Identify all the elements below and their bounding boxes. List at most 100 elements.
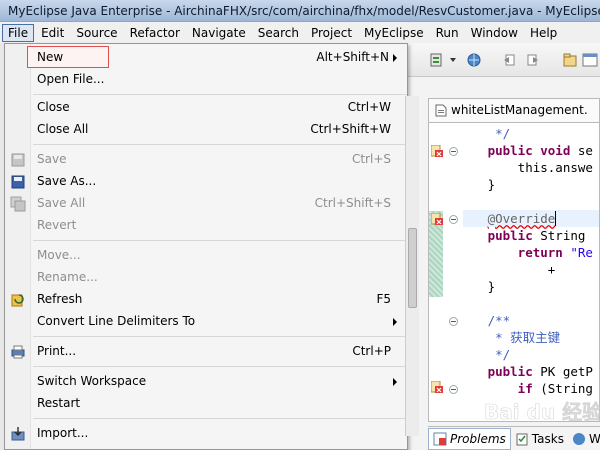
submenu-arrow-icon <box>393 318 397 326</box>
code-line: public void se <box>465 143 593 158</box>
menu-item-label: Save All <box>37 196 86 210</box>
menu-item-label: Print... <box>37 344 77 358</box>
menu-item-accelerator: Ctrl+Shift+W <box>310 122 391 136</box>
menu-item-open-file[interactable]: Open File... <box>5 69 407 91</box>
menu-separator <box>33 336 407 337</box>
menu-item-accelerator: Ctrl+W <box>347 100 391 114</box>
menu-item-close[interactable]: Close Ctrl+W <box>5 97 407 119</box>
menu-separator <box>33 94 407 95</box>
menu-item-label: Refresh <box>37 292 83 306</box>
submenu-arrow-icon <box>393 378 397 386</box>
code-line: return "Re <box>465 245 593 260</box>
fold-collapse-icon[interactable] <box>449 215 458 224</box>
web-icon <box>572 432 585 445</box>
menu-item-new[interactable]: New Alt+Shift+N <box>5 47 407 69</box>
menu-item-import[interactable]: Import... <box>5 423 407 445</box>
code-text: */ public void se this.answe } @Override… <box>465 125 593 397</box>
menu-help[interactable]: Help <box>525 25 562 41</box>
forward-history-icon[interactable] <box>524 52 540 68</box>
settings-package-icon[interactable] <box>562 52 578 68</box>
code-line: /** <box>465 313 511 328</box>
menu-separator <box>33 418 407 419</box>
fold-collapse-icon[interactable] <box>449 385 458 394</box>
dropdown-arrow-icon[interactable] <box>450 58 456 62</box>
menu-item-label: Convert Line Delimiters To <box>37 314 196 328</box>
menu-separator <box>33 240 407 241</box>
tasks-icon <box>516 433 528 445</box>
file-menu-dropdown: New Alt+Shift+N Open File... Close Ctrl+… <box>4 43 408 450</box>
menu-item-rename[interactable]: Rename... <box>5 267 407 289</box>
error-marker-icon[interactable] <box>431 381 443 393</box>
menu-item-save-all[interactable]: Save All Ctrl+Shift+S <box>5 193 407 215</box>
menu-run[interactable]: Run <box>431 25 464 41</box>
web-browser-icon[interactable] <box>582 52 598 68</box>
menu-item-convert-line-delimiters[interactable]: Convert Line Delimiters To <box>5 311 407 333</box>
menu-item-label: Save As... <box>37 174 97 188</box>
menu-item-accelerator: Ctrl+P <box>352 344 391 358</box>
error-marker-icon[interactable] <box>431 213 443 225</box>
submenu-arrow-icon <box>393 54 397 62</box>
menu-item-close-all[interactable]: Close All Ctrl+Shift+W <box>5 119 407 141</box>
code-line: * 获取主键 <box>465 330 561 345</box>
menu-myeclipse[interactable]: MyEclipse <box>359 25 429 41</box>
fold-collapse-icon[interactable] <box>449 147 458 156</box>
problems-icon <box>433 432 447 445</box>
menu-source[interactable]: Source <box>71 25 122 41</box>
code-line: } <box>465 177 496 192</box>
menu-item-label: Revert <box>37 218 77 232</box>
menu-search[interactable]: Search <box>253 25 304 41</box>
menu-item-label: Close <box>37 100 70 114</box>
code-line: + <box>465 262 563 277</box>
fold-collapse-icon[interactable] <box>449 317 458 326</box>
code-editor[interactable]: */ public void se this.answe } @Override… <box>428 122 600 422</box>
menu-item-restart[interactable]: Restart <box>5 393 407 415</box>
print-icon <box>11 345 25 359</box>
menu-item-accelerator: Ctrl+S <box>351 152 391 166</box>
title-bar: MyEclipse Java Enterprise - AirchinaFHX/… <box>0 0 600 22</box>
menu-item-print[interactable]: Print... Ctrl+P <box>5 341 407 363</box>
menu-item-label: Import... <box>37 426 89 440</box>
tab-tasks-label: Tasks <box>531 431 564 446</box>
menu-item-label: Open File... <box>37 72 105 86</box>
menu-separator <box>33 144 407 145</box>
code-line: */ <box>465 347 511 362</box>
menu-item-refresh[interactable]: Refresh F5 <box>5 289 407 311</box>
menu-file[interactable]: File <box>2 23 35 42</box>
vertical-scrollbar[interactable] <box>405 96 419 436</box>
save-as-icon <box>11 175 25 189</box>
code-line: public String <box>465 228 593 243</box>
menu-navigate[interactable]: Navigate <box>187 25 251 41</box>
menu-item-save[interactable]: Save Ctrl+S <box>5 149 407 171</box>
menu-item-accelerator: Ctrl+Shift+S <box>314 196 391 210</box>
scrollbar-thumb[interactable] <box>408 228 417 308</box>
menu-separator <box>33 366 407 367</box>
baidu-watermark-logo: Bai du 经验 <box>484 400 600 425</box>
new-server-icon[interactable] <box>428 52 444 68</box>
error-marker-icon[interactable] <box>431 145 443 157</box>
tab-web-label: W <box>588 431 600 446</box>
menu-item-save-as[interactable]: Save As... <box>5 171 407 193</box>
save-icon <box>11 153 25 167</box>
menu-project[interactable]: Project <box>306 25 357 41</box>
globe-icon[interactable] <box>466 52 482 68</box>
save-all-icon <box>10 196 26 212</box>
menu-item-accelerator: Alt+Shift+N <box>316 50 389 64</box>
editor-tab-label: whiteListManagement. <box>451 103 588 117</box>
menu-window[interactable]: Window <box>466 25 523 41</box>
menu-item-label: Restart <box>37 396 81 410</box>
code-line: */ <box>465 126 511 141</box>
menu-item-move[interactable]: Move... <box>5 245 407 267</box>
menu-refactor[interactable]: Refactor <box>125 25 185 41</box>
menu-edit[interactable]: Edit <box>36 25 69 41</box>
menu-item-label: Move... <box>37 248 81 262</box>
menu-item-revert[interactable]: Revert <box>5 215 407 237</box>
editor-tab[interactable]: whiteListManagement. <box>428 98 600 122</box>
tab-problems-label: Problems <box>450 431 506 446</box>
menu-bar: File Edit Source Refactor Navigate Searc… <box>0 22 600 43</box>
code-line: public PK getP <box>465 364 593 379</box>
menu-item-label: Save <box>37 152 67 166</box>
menu-item-switch-workspace[interactable]: Switch Workspace <box>5 371 407 393</box>
code-line: @Override <box>487 211 557 226</box>
back-history-icon[interactable] <box>502 52 518 68</box>
menu-item-accelerator: F5 <box>376 292 391 306</box>
